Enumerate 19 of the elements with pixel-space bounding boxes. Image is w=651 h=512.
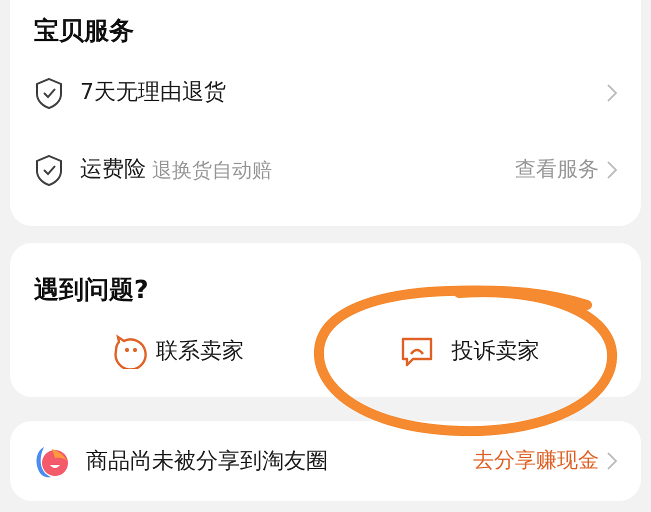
- shield-check-icon: [34, 154, 64, 186]
- action-label: 投诉卖家: [451, 338, 540, 366]
- chevron-icon: [607, 160, 617, 178]
- chevron-icon: [607, 452, 617, 470]
- action-label: 联系卖家: [156, 338, 244, 366]
- action-item[interactable]: 联系卖家: [34, 333, 322, 369]
- service-label: 运费险: [80, 156, 146, 184]
- service-note: 退换货自动赔: [152, 156, 272, 184]
- share-card[interactable]: 商品尚未被分享到淘友圈 去分享赚现金: [10, 421, 641, 501]
- service-label: 7天无理由退货: [80, 79, 226, 107]
- chevron-icon: [607, 84, 617, 102]
- chat-face-icon: [112, 333, 148, 369]
- action-item[interactable]: 投诉卖家: [322, 333, 617, 369]
- service-row[interactable]: 7天无理由退货: [34, 54, 617, 131]
- share-text: 商品尚未被分享到淘友圈: [86, 448, 328, 476]
- section-title: 宝贝服务: [34, 16, 135, 46]
- section-title: 遇到问题?: [34, 275, 150, 305]
- shield-check-icon: [34, 76, 64, 108]
- service-row[interactable]: 运费险 退换货自动赔 查看服务: [34, 131, 617, 208]
